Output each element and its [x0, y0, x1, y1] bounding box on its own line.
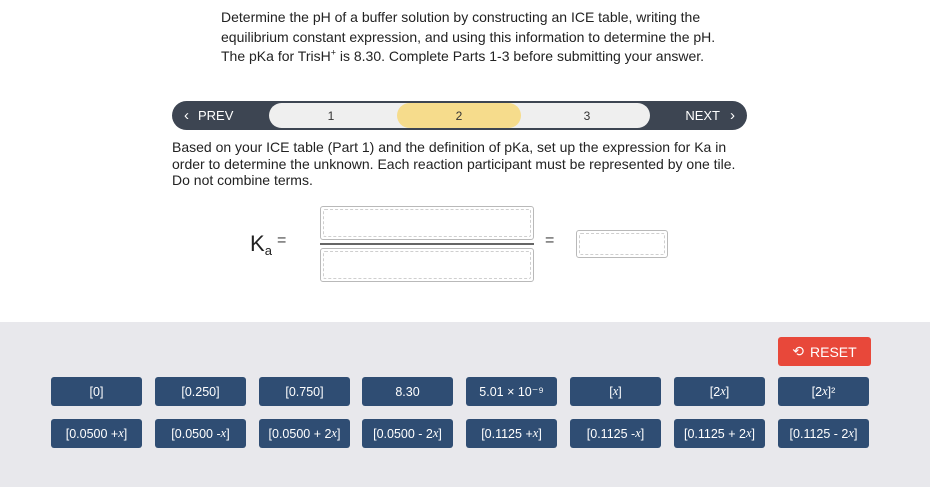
- fraction-bar: [320, 243, 534, 245]
- question-text: Determine the pH of a buffer solution by…: [221, 9, 716, 64]
- next-button[interactable]: NEXT ›: [649, 101, 747, 130]
- tile[interactable]: [2 x]: [674, 377, 765, 406]
- tile[interactable]: [0.0500 + x]: [51, 419, 142, 448]
- chevron-right-icon: ›: [730, 107, 735, 124]
- prev-button[interactable]: ‹ PREV: [172, 101, 269, 130]
- step-navigator: ‹ PREV 1 2 3 NEXT ›: [172, 101, 747, 130]
- equals-sign-2: =: [545, 232, 555, 249]
- tile[interactable]: 5.01 × 10⁻⁹: [466, 377, 557, 406]
- reset-label: RESET: [810, 343, 857, 360]
- tile[interactable]: [0.1125 + 2 x]: [674, 419, 765, 448]
- result-drop-zone[interactable]: [576, 230, 668, 258]
- tile[interactable]: [0.0500 + 2 x]: [259, 419, 350, 448]
- tile[interactable]: [0.1125 - x]: [570, 419, 661, 448]
- chevron-left-icon: ‹: [184, 107, 189, 124]
- numerator-drop-zone[interactable]: [320, 206, 534, 240]
- tile[interactable]: [0.1125 - 2 x]: [778, 419, 869, 448]
- tile[interactable]: [0.0500 - 2 x]: [362, 419, 453, 448]
- step-3[interactable]: 3: [525, 103, 649, 128]
- ka-subscript: a: [264, 243, 272, 258]
- tile[interactable]: [0.0500 - x]: [155, 419, 246, 448]
- undo-icon: ⟲: [792, 343, 805, 359]
- ka-label: Ka: [250, 231, 272, 258]
- next-label: NEXT: [685, 108, 720, 123]
- steps-track: 1 2 3: [269, 103, 650, 128]
- denominator-drop-zone[interactable]: [320, 248, 534, 282]
- tile[interactable]: [2 x]²: [778, 377, 869, 406]
- tile[interactable]: [x]: [570, 377, 661, 406]
- prev-label: PREV: [198, 108, 234, 123]
- tile[interactable]: [0.750]: [259, 377, 350, 406]
- tile[interactable]: [0.250]: [155, 377, 246, 406]
- instructions-text: Based on your ICE table (Part 1) and the…: [172, 139, 736, 188]
- reset-button[interactable]: ⟲ RESET: [778, 337, 871, 366]
- equals-sign: =: [277, 232, 287, 249]
- tile[interactable]: [0.1125 + x]: [466, 419, 557, 448]
- step-1[interactable]: 1: [269, 103, 393, 128]
- step-2[interactable]: 2: [397, 103, 521, 128]
- tile[interactable]: [0]: [51, 377, 142, 406]
- tile[interactable]: 8.30: [362, 377, 453, 406]
